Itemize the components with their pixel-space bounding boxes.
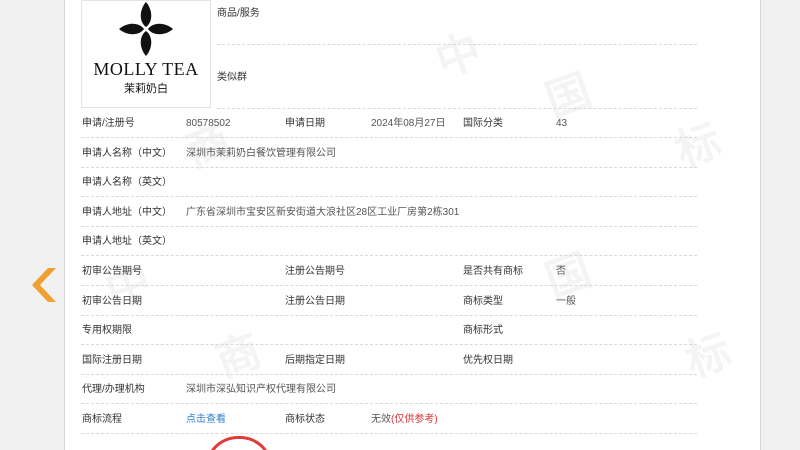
applicant-addr-cn-label: 申请人地址（中文） <box>82 207 172 218</box>
logo-brand-cn-text: 茉莉奶白 <box>124 83 168 95</box>
divider <box>81 374 697 375</box>
divider <box>81 167 697 168</box>
applicant-name-en-label: 申请人名称（英文） <box>82 177 172 188</box>
divider <box>81 137 697 138</box>
divider <box>81 403 697 404</box>
view-process-link[interactable]: 点击查看 <box>186 413 226 427</box>
divider <box>217 44 697 45</box>
watermark-char: 标 <box>679 324 738 388</box>
status-label: 商标状态 <box>285 414 325 425</box>
apply-date-value: 2024年08月27日 <box>371 118 446 129</box>
applicant-name-cn-label: 申请人名称（中文） <box>82 148 172 159</box>
quatrefoil-logo-icon <box>119 2 173 56</box>
shared-trademark-label: 是否共有商标 <box>463 266 523 277</box>
divider <box>81 196 697 197</box>
trademark-form-label: 商标形式 <box>463 325 503 336</box>
official-seal-stamp <box>205 436 273 450</box>
trademark-type-label: 商标类型 <box>463 296 503 307</box>
priority-date-label: 优先权日期 <box>463 355 513 366</box>
watermark-char: 商 <box>179 114 238 178</box>
similar-group-label: 类似群 <box>217 72 247 83</box>
watermark-char: 中 <box>429 24 488 88</box>
trademark-logo: MOLLY TEA 茉莉奶白 <box>81 0 211 108</box>
exclusive-period-label: 专用权期限 <box>82 325 132 336</box>
status-note: (仅供参考) <box>391 414 438 425</box>
left-nav-arrow[interactable] <box>32 268 58 307</box>
reg-notice-date-label: 注册公告日期 <box>285 296 345 307</box>
divider <box>81 433 697 434</box>
intl-class-label: 国际分类 <box>463 118 503 129</box>
applicant-addr-en-label: 申请人地址（英文） <box>82 236 172 247</box>
process-label: 商标流程 <box>82 414 122 425</box>
agent-label: 代理/办理机构 <box>82 384 145 395</box>
divider <box>81 226 697 227</box>
reg-no-value: 80578502 <box>186 118 231 129</box>
chevron-left-icon <box>32 268 56 302</box>
shared-trademark-value: 否 <box>556 266 566 277</box>
watermark-char: 标 <box>669 114 728 178</box>
later-designation-date-label: 后期指定日期 <box>285 355 345 366</box>
agent-value: 深圳市深弘知识产权代理有限公司 <box>186 384 336 395</box>
apply-date-label: 申请日期 <box>285 118 325 129</box>
status-value: 无效(仅供参考) <box>371 413 438 427</box>
reg-notice-no-label: 注册公告期号 <box>285 266 345 277</box>
divider <box>81 315 697 316</box>
intl-reg-date-label: 国际注册日期 <box>82 355 142 366</box>
divider <box>81 255 697 256</box>
divider <box>81 344 697 345</box>
logo-brand-text: MOLLY TEA <box>93 59 199 79</box>
reg-no-label: 申请/注册号 <box>82 118 135 129</box>
watermark-char: 商 <box>209 324 268 388</box>
prelim-notice-date-label: 初审公告日期 <box>82 296 142 307</box>
trademark-type-value: 一般 <box>556 296 576 307</box>
trademark-detail-sheet: 中 国 商 标 中 国 商 标 MOLLY TEA 茉莉奶白 商品/服务 类似群… <box>64 0 761 450</box>
status-text: 无效 <box>371 414 391 425</box>
intl-class-value: 43 <box>556 118 568 129</box>
applicant-addr-cn-value: 广东省深圳市宝安区新安街道大浪社区28区工业厂房第2栋301 <box>186 207 460 218</box>
prelim-notice-no-label: 初审公告期号 <box>82 266 142 277</box>
divider <box>217 108 697 109</box>
goods-services-label: 商品/服务 <box>217 8 260 19</box>
applicant-name-cn-value: 深圳市茉莉奶白餐饮管理有限公司 <box>186 148 336 159</box>
divider <box>81 285 697 286</box>
